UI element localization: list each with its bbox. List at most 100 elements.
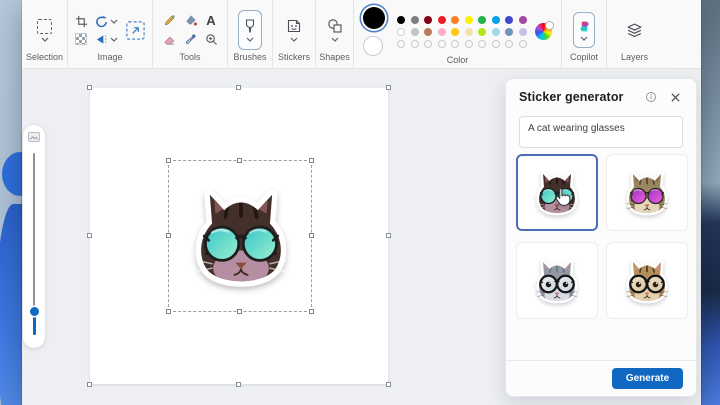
thumbnail-icon bbox=[28, 132, 40, 142]
color-swatch[interactable] bbox=[438, 28, 446, 36]
color-swatch[interactable] bbox=[465, 28, 473, 36]
custom-color-slot[interactable] bbox=[438, 40, 446, 48]
pencil-tool-icon[interactable] bbox=[163, 14, 176, 27]
rotate-button[interactable] bbox=[95, 15, 118, 28]
fill-tool-icon[interactable] bbox=[184, 14, 197, 27]
color-swatch[interactable] bbox=[492, 28, 500, 36]
transparent-selection-icon[interactable] bbox=[75, 33, 87, 45]
eraser-tool-icon[interactable] bbox=[163, 33, 176, 46]
color-swatch[interactable] bbox=[505, 16, 513, 24]
canvas-resize-handle[interactable] bbox=[386, 382, 391, 387]
sticker-icon bbox=[286, 18, 302, 34]
close-icon bbox=[670, 92, 681, 103]
canvas-resize-handle[interactable] bbox=[236, 382, 241, 387]
panel-header: Sticker generator bbox=[506, 79, 696, 113]
custom-color-slot[interactable] bbox=[397, 40, 405, 48]
prompt-input[interactable] bbox=[519, 116, 683, 148]
color-swatch[interactable] bbox=[411, 16, 419, 24]
ribbon-toolbar: Selection bbox=[22, 0, 701, 69]
canvas-sticker[interactable] bbox=[171, 163, 311, 311]
shapes-icon bbox=[327, 18, 343, 34]
flip-button[interactable] bbox=[95, 33, 118, 46]
canvas-resize-handle[interactable] bbox=[236, 85, 241, 90]
custom-color-slot[interactable] bbox=[424, 40, 432, 48]
custom-color-slot[interactable] bbox=[451, 40, 459, 48]
canvas-resize-handle[interactable] bbox=[386, 85, 391, 90]
color-swatch[interactable] bbox=[397, 16, 405, 24]
crop-icon[interactable] bbox=[75, 15, 88, 28]
eyedropper-tool-icon[interactable] bbox=[184, 33, 197, 46]
zoom-slider-thumb[interactable] bbox=[30, 307, 39, 316]
selection-label: Selection bbox=[26, 53, 63, 68]
copilot-icon bbox=[578, 20, 591, 33]
color-swatch[interactable] bbox=[492, 16, 500, 24]
color-swatch[interactable] bbox=[505, 28, 513, 36]
close-button[interactable] bbox=[666, 88, 684, 106]
color-swatch[interactable] bbox=[451, 28, 459, 36]
sticker-thumbnail-tabby-kitten-big-glasses[interactable] bbox=[606, 242, 688, 319]
color-swatch[interactable] bbox=[478, 28, 486, 36]
brushes-button[interactable]: Brushes bbox=[228, 0, 273, 68]
chevron-down-icon bbox=[246, 37, 254, 42]
stickers-button[interactable]: Stickers bbox=[273, 0, 316, 68]
desktop-wallpaper-right bbox=[701, 0, 720, 405]
color-swatch[interactable] bbox=[424, 28, 432, 36]
wallpaper-petal bbox=[2, 152, 22, 196]
copilot-label: Copilot bbox=[570, 53, 598, 68]
custom-color-slot[interactable] bbox=[465, 40, 473, 48]
text-tool-icon[interactable]: A bbox=[206, 14, 215, 27]
panel-footer: Generate bbox=[506, 360, 696, 396]
hand-cursor-icon bbox=[552, 186, 574, 208]
sticker-thumbnail-cat-purple-sunglasses[interactable] bbox=[606, 154, 688, 231]
color-2-background[interactable] bbox=[363, 36, 383, 56]
palette-row-1 bbox=[397, 16, 527, 24]
color-swatch[interactable] bbox=[519, 28, 527, 36]
sticker-selection-box[interactable] bbox=[168, 160, 312, 312]
zoom-slider-panel bbox=[23, 125, 45, 348]
sticker-thumbnail-gray-cat-round-glasses[interactable] bbox=[516, 242, 598, 319]
stickers-label: Stickers bbox=[278, 53, 310, 68]
color-group: Color bbox=[354, 0, 562, 68]
color-swatch[interactable] bbox=[519, 16, 527, 24]
custom-color-slot[interactable] bbox=[411, 40, 419, 48]
color-swatch[interactable] bbox=[451, 16, 459, 24]
shapes-label: Shapes bbox=[319, 53, 350, 68]
custom-color-slot[interactable] bbox=[478, 40, 486, 48]
chevron-down-icon bbox=[331, 37, 339, 42]
brushes-label: Brushes bbox=[233, 53, 266, 68]
chevron-down-icon bbox=[41, 37, 49, 42]
color-swatch[interactable] bbox=[397, 28, 405, 36]
canvas-resize-handle[interactable] bbox=[386, 233, 391, 238]
sticker-thumbnail-cat-teal-sunglasses[interactable] bbox=[516, 154, 598, 231]
tools-label: Tools bbox=[179, 53, 200, 68]
edit-colors-icon[interactable] bbox=[535, 23, 552, 40]
copilot-dropdown[interactable] bbox=[573, 12, 595, 48]
copilot-button[interactable]: Copilot bbox=[562, 0, 607, 68]
resize-image-icon[interactable] bbox=[125, 20, 146, 41]
custom-color-slot[interactable] bbox=[492, 40, 500, 48]
color-swatch[interactable] bbox=[438, 16, 446, 24]
color-swatch[interactable] bbox=[478, 16, 486, 24]
color-1-foreground[interactable] bbox=[363, 7, 385, 29]
color-label: Color bbox=[447, 56, 469, 71]
custom-color-slot[interactable] bbox=[505, 40, 513, 48]
selection-tool-button[interactable]: Selection bbox=[22, 0, 68, 68]
shapes-button[interactable]: Shapes bbox=[316, 0, 354, 68]
generate-button[interactable]: Generate bbox=[612, 368, 683, 389]
brush-icon bbox=[244, 19, 256, 34]
magnifier-tool-icon[interactable] bbox=[205, 33, 218, 46]
brushes-dropdown[interactable] bbox=[238, 10, 262, 50]
palette-row-3 bbox=[397, 40, 527, 48]
layers-button[interactable]: Layers bbox=[607, 0, 662, 68]
color-swatch[interactable] bbox=[465, 16, 473, 24]
custom-color-slot[interactable] bbox=[519, 40, 527, 48]
canvas-resize-handle[interactable] bbox=[87, 382, 92, 387]
wallpaper-petal bbox=[0, 204, 22, 405]
paint-window: Selection bbox=[22, 0, 701, 405]
image-label: Image bbox=[97, 53, 122, 68]
info-button[interactable] bbox=[642, 88, 660, 106]
color-swatch[interactable] bbox=[411, 28, 419, 36]
color-swatch[interactable] bbox=[424, 16, 432, 24]
canvas-resize-handle[interactable] bbox=[87, 233, 92, 238]
canvas-resize-handle[interactable] bbox=[87, 85, 92, 90]
